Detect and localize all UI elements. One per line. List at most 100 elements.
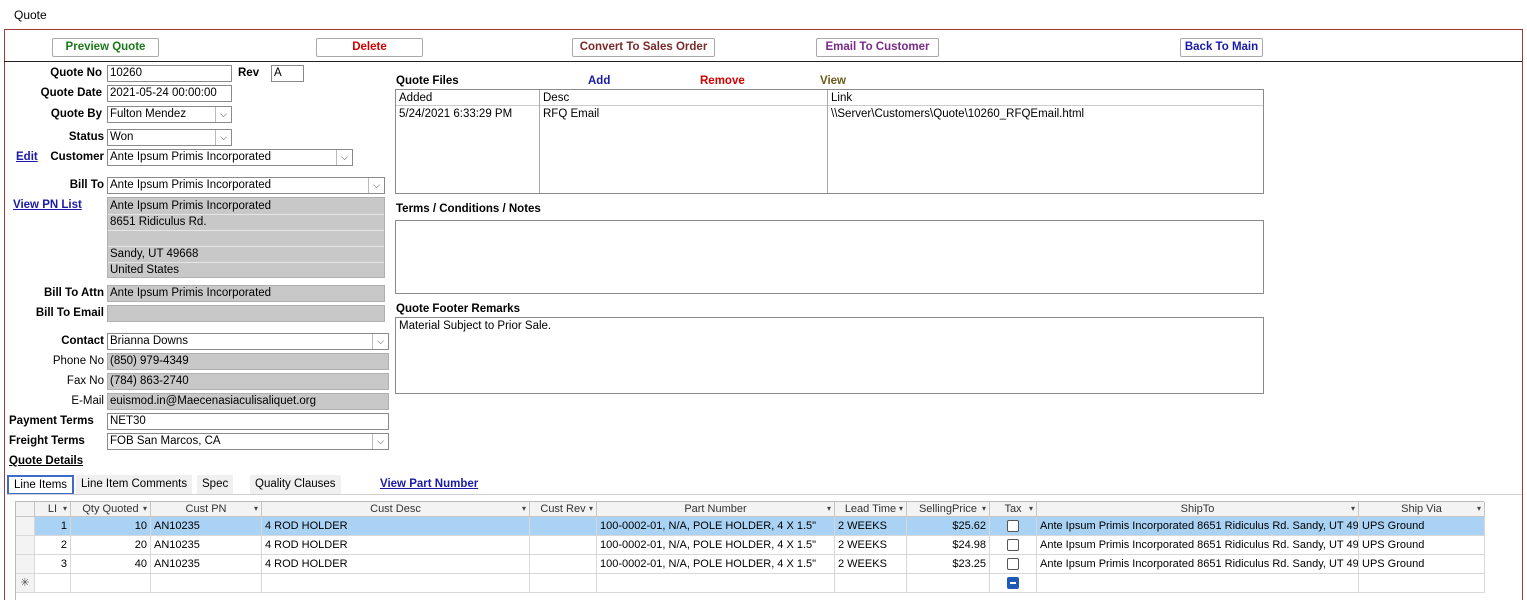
terms-textarea[interactable] [395, 220, 1264, 294]
new-cell[interactable] [35, 574, 71, 593]
contact-combo[interactable]: Brianna Downs ⌵ [107, 333, 389, 350]
cell-lead-time[interactable]: 2 WEEKS [835, 517, 907, 536]
tab-quality-clauses[interactable]: Quality Clauses [250, 475, 341, 495]
quote-no-field[interactable]: 10260 [107, 65, 232, 82]
view-part-number-link[interactable]: View Part Number [380, 478, 478, 490]
cell-cust-pn[interactable]: AN10235 [151, 555, 262, 574]
cell-li[interactable]: 2 [35, 536, 71, 555]
tab-spec[interactable]: Spec [197, 475, 234, 495]
tax-checkbox[interactable] [1007, 520, 1019, 532]
column-header-cust-pn[interactable]: Cust PN ▾ [151, 502, 262, 517]
add-file-link[interactable]: Add [588, 75, 610, 87]
cell-cust-rev[interactable] [530, 517, 597, 536]
chevron-down-icon[interactable]: ⌵ [215, 130, 231, 145]
cell-selling-price[interactable]: $24.98 [907, 536, 990, 555]
column-header-link[interactable]: Link [828, 90, 1263, 106]
new-cell[interactable] [1037, 574, 1359, 593]
view-file-link[interactable]: View [820, 75, 846, 87]
cell-part-number[interactable]: 100-0002-01, N/A, POLE HOLDER, 4 X 1.5" [597, 555, 835, 574]
cell-part-number[interactable]: 100-0002-01, N/A, POLE HOLDER, 4 X 1.5" [597, 536, 835, 555]
column-header-ship-via[interactable]: Ship Via ▾ [1359, 502, 1485, 517]
column-header-ship-to[interactable]: ShipTo ▾ [1037, 502, 1359, 517]
email-to-customer-button[interactable]: Email To Customer [816, 38, 939, 57]
new-cell-tax[interactable] [990, 574, 1037, 593]
column-header-added[interactable]: Added [396, 90, 540, 106]
quote-files-list[interactable]: Added Desc Link 5/24/2021 6:33:29 PM RFQ… [395, 89, 1264, 194]
view-pn-list-link[interactable]: View PN List [13, 199, 82, 211]
column-header-cust-desc[interactable]: Cust Desc ▾ [262, 502, 530, 517]
cell-cust-desc[interactable]: 4 ROD HOLDER [262, 555, 530, 574]
back-to-main-button[interactable]: Back To Main [1180, 38, 1263, 57]
bill-to-email-field[interactable] [107, 305, 385, 322]
cell-ship-to[interactable]: Ante Ipsum Primis Incorporated 8651 Ridi… [1037, 517, 1359, 536]
delete-button[interactable]: Delete [316, 38, 423, 57]
quote-details-link[interactable]: Quote Details [9, 455, 83, 467]
chevron-down-icon[interactable]: ⌵ [336, 150, 352, 165]
edit-customer-link[interactable]: Edit [16, 151, 38, 163]
quote-by-combo[interactable]: Fulton Mendez ⌵ [107, 106, 232, 123]
new-cell[interactable] [835, 574, 907, 593]
file-added[interactable]: 5/24/2021 6:33:29 PM [396, 108, 512, 120]
cell-part-number[interactable]: 100-0002-01, N/A, POLE HOLDER, 4 X 1.5" [597, 517, 835, 536]
convert-to-sales-order-button[interactable]: Convert To Sales Order [572, 38, 715, 57]
chevron-down-icon[interactable]: ⌵ [372, 334, 388, 349]
cell-cust-desc[interactable]: 4 ROD HOLDER [262, 536, 530, 555]
tax-checkbox-indeterminate[interactable] [1007, 577, 1019, 589]
cell-ship-via[interactable]: UPS Ground [1359, 517, 1485, 536]
new-cell[interactable] [262, 574, 530, 593]
cell-qty[interactable]: 40 [71, 555, 151, 574]
cell-ship-to[interactable]: Ante Ipsum Primis Incorporated 8651 Ridi… [1037, 555, 1359, 574]
cell-lead-time[interactable]: 2 WEEKS [835, 536, 907, 555]
cell-selling-price[interactable]: $25.62 [907, 517, 990, 536]
cell-selling-price[interactable]: $23.25 [907, 555, 990, 574]
payment-terms-field[interactable]: NET30 [107, 413, 389, 430]
chevron-down-icon[interactable]: ⌵ [215, 107, 231, 122]
cell-li[interactable]: 1 [35, 517, 71, 536]
cell-tax[interactable] [990, 536, 1037, 555]
cell-ship-via[interactable]: UPS Ground [1359, 555, 1485, 574]
line-items-grid[interactable]: LI ▾ Qty Quoted ▾ Cust PN ▾ Cust Desc ▾ Cust… [15, 501, 1485, 600]
fax-field[interactable]: (784) 863-2740 [107, 373, 389, 390]
file-link[interactable]: \\Server\Customers\Quote\10260_RFQEmail.… [828, 108, 1084, 120]
new-row-marker-icon[interactable]: ✳ [16, 574, 35, 593]
cell-cust-rev[interactable] [530, 536, 597, 555]
chevron-down-icon[interactable]: ⌵ [368, 178, 384, 193]
cell-li[interactable]: 3 [35, 555, 71, 574]
bill-to-combo[interactable]: Ante Ipsum Primis Incorporated ⌵ [107, 177, 385, 194]
column-header-li[interactable]: LI ▾ [35, 502, 71, 517]
new-cell[interactable] [530, 574, 597, 593]
cell-ship-to[interactable]: Ante Ipsum Primis Incorporated 8651 Ridi… [1037, 536, 1359, 555]
new-cell[interactable] [151, 574, 262, 593]
cell-tax[interactable] [990, 517, 1037, 536]
column-header-part-number[interactable]: Part Number ▾ [597, 502, 835, 517]
row-selector[interactable] [16, 517, 35, 536]
phone-field[interactable]: (850) 979-4349 [107, 353, 389, 370]
cell-cust-rev[interactable] [530, 555, 597, 574]
cell-cust-pn[interactable]: AN10235 [151, 536, 262, 555]
cell-cust-pn[interactable]: AN10235 [151, 517, 262, 536]
new-cell[interactable] [1359, 574, 1485, 593]
status-combo[interactable]: Won ⌵ [107, 129, 232, 146]
cell-ship-via[interactable]: UPS Ground [1359, 536, 1485, 555]
row-selector[interactable] [16, 555, 35, 574]
quote-date-field[interactable]: 2021-05-24 00:00:00 [107, 85, 232, 102]
bill-to-attn-field[interactable]: Ante Ipsum Primis Incorporated [107, 285, 385, 302]
cell-qty[interactable]: 10 [71, 517, 151, 536]
column-header-selling-price[interactable]: SellingPrice ▾ [907, 502, 990, 517]
row-selector[interactable] [16, 536, 35, 555]
cell-lead-time[interactable]: 2 WEEKS [835, 555, 907, 574]
footer-remarks-textarea[interactable]: Material Subject to Prior Sale. [395, 317, 1264, 394]
cell-cust-desc[interactable]: 4 ROD HOLDER [262, 517, 530, 536]
new-cell[interactable] [597, 574, 835, 593]
tax-checkbox[interactable] [1007, 539, 1019, 551]
column-header-cust-rev[interactable]: Cust Rev ▾ [530, 502, 597, 517]
freight-terms-combo[interactable]: FOB San Marcos, CA ⌵ [107, 433, 389, 450]
column-header-lead-time[interactable]: Lead Time ▾ [835, 502, 907, 517]
column-header-tax[interactable]: Tax ▾ [990, 502, 1037, 517]
rev-field[interactable]: A [271, 65, 304, 82]
customer-combo[interactable]: Ante Ipsum Primis Incorporated ⌵ [107, 149, 353, 166]
cell-tax[interactable] [990, 555, 1037, 574]
column-header-desc[interactable]: Desc [540, 90, 828, 106]
select-all-corner[interactable] [16, 502, 35, 517]
column-header-qty-quoted[interactable]: Qty Quoted ▾ [71, 502, 151, 517]
